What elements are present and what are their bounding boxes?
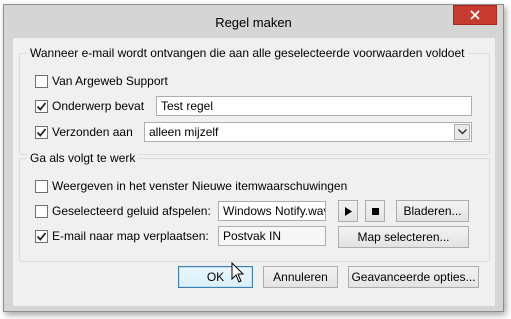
- stop-sound-button[interactable]: [365, 200, 385, 222]
- sent-to-condition-row[interactable]: Verzonden aan: [35, 121, 133, 143]
- dropdown-arrow-button[interactable]: [454, 124, 470, 140]
- from-label: Van Argeweb Support: [52, 74, 168, 88]
- subject-input[interactable]: Test regel: [156, 96, 472, 116]
- subject-condition-row[interactable]: Onderwerp bevat: [35, 95, 144, 117]
- title-bar[interactable]: Regel maken: [4, 5, 503, 38]
- close-button[interactable]: [453, 5, 497, 25]
- mouse-cursor-icon: [231, 262, 244, 283]
- dialog-body: Wanneer e-mail wordt ontvangen die aan a…: [13, 38, 495, 306]
- chevron-down-icon: [457, 129, 467, 135]
- show-alert-label: Weergeven in het venster Nieuwe itemwaar…: [52, 179, 348, 193]
- play-sound-label: Geselecteerd geluid afspelen:: [52, 204, 211, 218]
- select-folder-button[interactable]: Map selecteren...: [338, 226, 469, 248]
- window-title: Regel maken: [215, 15, 292, 30]
- conditions-legend: Wanneer e-mail wordt ontvangen die aan a…: [27, 46, 468, 60]
- sound-file-input[interactable]: Windows Notify.wav: [218, 201, 326, 221]
- stop-icon: [371, 207, 379, 215]
- sent-to-label: Verzonden aan: [52, 125, 133, 139]
- advanced-options-button[interactable]: Geavanceerde opties...: [348, 266, 479, 288]
- move-to-folder-label: E-mail naar map verplaatsen:: [52, 229, 209, 243]
- actions-legend: Ga als volgt te werk: [27, 151, 139, 165]
- move-to-folder-row[interactable]: E-mail naar map verplaatsen:: [35, 225, 209, 247]
- subject-label: Onderwerp bevat: [52, 99, 145, 113]
- play-sound-row[interactable]: Geselecteerd geluid afspelen:: [35, 200, 211, 222]
- cancel-button[interactable]: Annuleren: [263, 266, 338, 288]
- from-condition-row[interactable]: Van Argeweb Support: [35, 70, 168, 92]
- sent-to-dropdown[interactable]: alleen mijzelf: [144, 122, 472, 142]
- target-folder-field: Postvak IN: [218, 226, 326, 246]
- sent-to-checkbox[interactable]: [35, 125, 48, 139]
- move-to-folder-checkbox[interactable]: [35, 229, 48, 243]
- play-sound-button[interactable]: [338, 200, 358, 222]
- browse-button[interactable]: Bladeren...: [396, 200, 469, 222]
- subject-checkbox[interactable]: [35, 99, 48, 113]
- from-checkbox[interactable]: [35, 74, 48, 88]
- play-icon: [344, 206, 352, 216]
- show-alert-row[interactable]: Weergeven in het venster Nieuwe itemwaar…: [35, 175, 347, 197]
- play-sound-checkbox[interactable]: [35, 204, 48, 218]
- rule-dialog-window: Regel maken Wanneer e-mail wordt ontvang…: [3, 4, 504, 312]
- close-icon: [470, 10, 480, 20]
- sent-to-value: alleen mijzelf: [149, 125, 219, 139]
- show-alert-checkbox[interactable]: [35, 179, 48, 193]
